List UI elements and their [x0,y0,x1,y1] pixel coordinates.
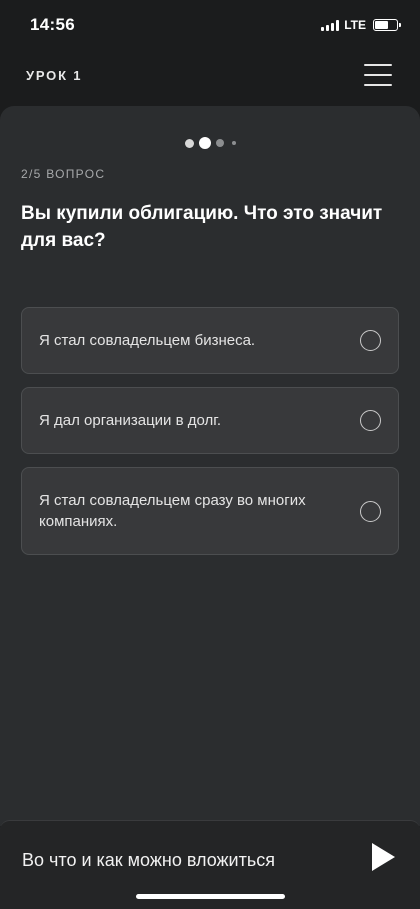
progress-dot [231,141,236,145]
top-bar: УРОК 1 [0,50,420,100]
signal-icon [321,19,340,31]
answer-option-1[interactable]: Я стал совладельцем бизнеса. [21,307,399,374]
home-indicator [136,894,285,899]
status-time: 14:56 [30,15,75,34]
progress-dot [184,138,194,148]
question-number: 2/5 ВОПРОС [21,167,106,181]
progress-dots [0,137,420,149]
status-indicators: LTE [321,18,401,32]
radio-button-icon[interactable] [360,330,381,351]
status-bar: 14:56 LTE [0,0,420,50]
hamburger-menu-icon[interactable] [364,64,392,86]
play-icon[interactable] [370,842,396,872]
question-text: Вы купили облигацию. Что это значит для … [21,203,383,251]
lesson-title: УРОК 1 [26,67,83,83]
answer-option-3[interactable]: Я стал совладельцем сразу во многих комп… [21,467,399,555]
answer-label: Я дал организации в долг. [39,412,222,429]
battery-icon [373,19,401,31]
progress-dot [215,139,224,147]
answer-label: Я стал совладельцем сразу во многих комп… [39,492,306,530]
radio-button-icon[interactable] [360,500,381,522]
progress-dot-current [198,137,211,149]
next-lesson-title[interactable]: Во что и как можно вложиться [22,850,275,871]
radio-button-icon[interactable] [360,410,381,431]
answer-option-2[interactable]: Я дал организации в долг. [21,387,399,454]
network-type: LTE [344,18,366,32]
answer-label: Я стал совладельцем бизнеса. [39,332,256,349]
